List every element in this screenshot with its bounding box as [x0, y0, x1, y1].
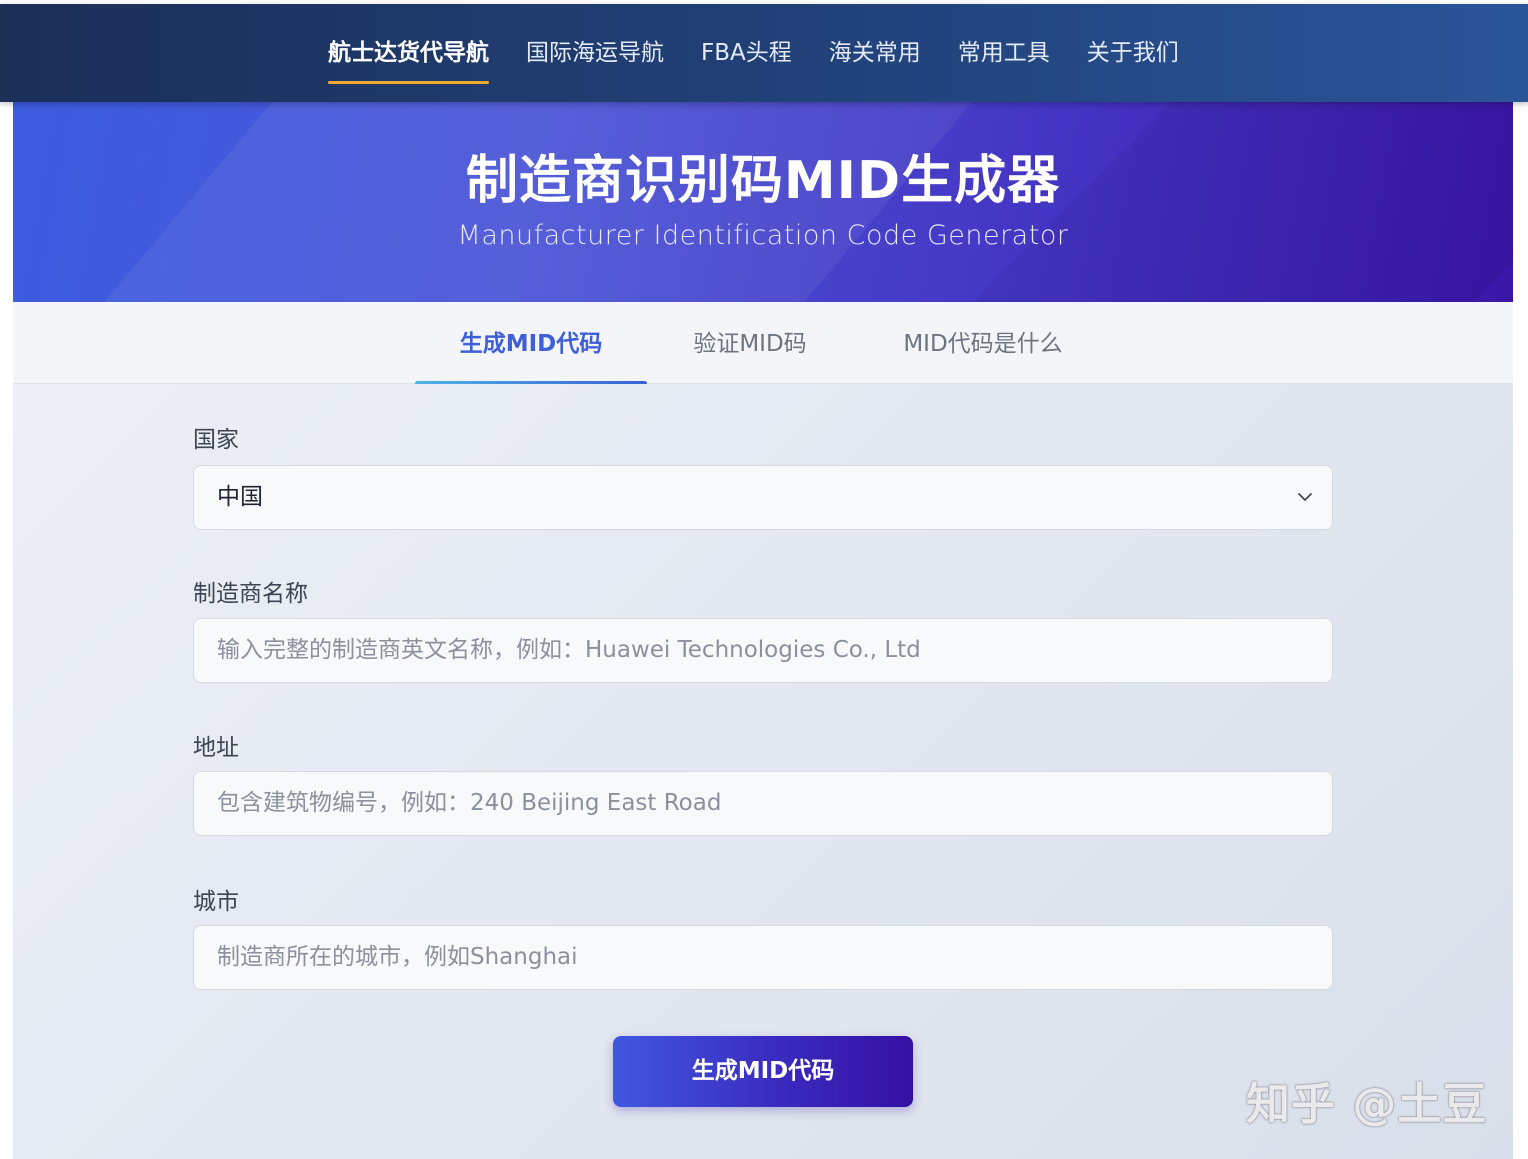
top-navbar: 航士达货代导航 国际海运导航 FBA头程 海关常用 常用工具 关于我们 [0, 4, 1528, 102]
nav-menu: 航士达货代导航 国际海运导航 FBA头程 海关常用 常用工具 关于我们 [328, 4, 1216, 102]
mid-form: 国家 中国 制造商名称 输入完整的制造商英文名称，例如：Huawei Techn… [13, 384, 1513, 1159]
address-input[interactable]: 包含建筑物编号，例如：240 Beijing East Road [193, 771, 1333, 836]
hero-banner: 制造商识别码MID生成器 Manufacturer Identification… [13, 102, 1513, 302]
nav-item-ocean-shipping[interactable]: 国际海运导航 [526, 4, 664, 102]
page-margin-left [0, 102, 13, 1159]
nav-item-fba[interactable]: FBA头程 [701, 4, 792, 102]
country-label: 国家 [193, 427, 239, 453]
manufacturer-label: 制造商名称 [193, 581, 308, 607]
nav-item-customs[interactable]: 海关常用 [829, 4, 921, 102]
country-select[interactable]: 中国 [193, 465, 1333, 530]
city-label: 城市 [193, 889, 239, 915]
nav-item-about[interactable]: 关于我们 [1087, 4, 1179, 102]
chevron-down-icon [1298, 493, 1312, 501]
tab-generate-mid[interactable]: 生成MID代码 [415, 302, 647, 386]
manufacturer-input[interactable]: 输入完整的制造商英文名称，例如：Huawei Technologies Co.,… [193, 618, 1333, 683]
tab-verify-mid[interactable]: 验证MID码 [675, 302, 825, 384]
nav-item-tools[interactable]: 常用工具 [958, 4, 1050, 102]
page-margin-right [1513, 0, 1528, 1159]
country-select-value: 中国 [217, 484, 263, 510]
tab-bar: 生成MID代码 验证MID码 MID代码是什么 [13, 302, 1513, 386]
page-title: 制造商识别码MID生成器 [465, 151, 1061, 211]
tab-what-is-mid[interactable]: MID代码是什么 [883, 302, 1083, 384]
generate-mid-button[interactable]: 生成MID代码 [613, 1036, 913, 1107]
watermark: 知乎 @土豆 [1246, 1079, 1488, 1130]
nav-item-home[interactable]: 航士达货代导航 [328, 4, 489, 102]
city-input[interactable]: 制造商所在的城市，例如Shanghai [193, 925, 1333, 990]
page-subtitle: Manufacturer Identification Code Generat… [457, 220, 1069, 251]
address-label: 地址 [193, 735, 239, 761]
